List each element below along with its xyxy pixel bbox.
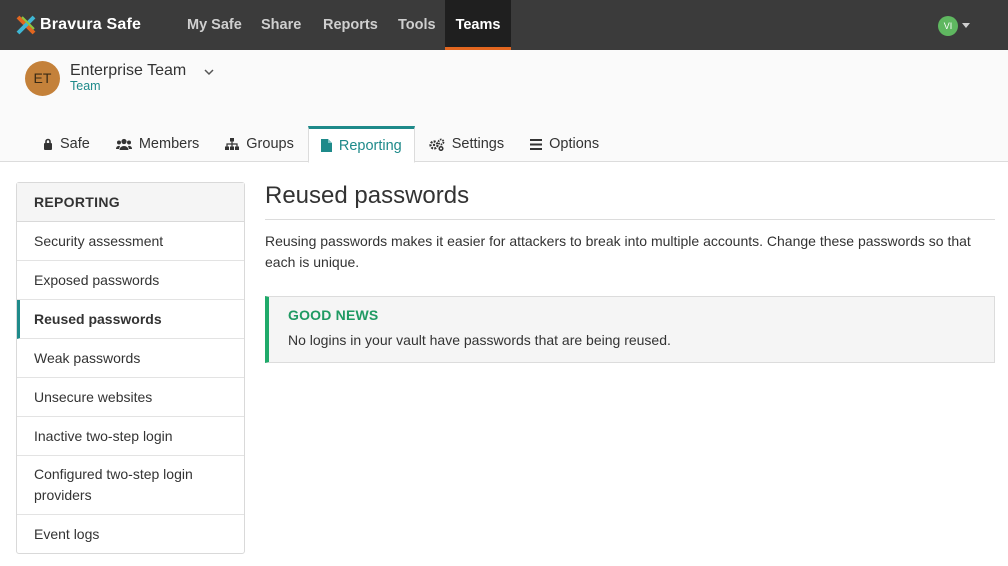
tab-label: Reporting (338, 137, 402, 154)
tab-reporting[interactable]: Reporting (307, 126, 415, 163)
org-tabs: Safe Members Groups Reporting Settings O… (31, 126, 613, 163)
sidebar-item-unsecure-websites[interactable]: Unsecure websites (17, 378, 244, 417)
tab-groups[interactable]: Groups (213, 126, 306, 162)
good-news-callout: GOOD NEWS No logins in your vault have p… (265, 296, 995, 363)
callout-title: GOOD NEWS (288, 307, 379, 323)
sidebar-item-reused-passwords[interactable]: Reused passwords (17, 300, 244, 339)
nav-reports[interactable]: Reports (312, 0, 389, 50)
sitemap-icon (225, 138, 240, 150)
sidebar-item-security-assessment[interactable]: Security assessment (17, 222, 244, 261)
main-content: Reused passwords Reusing passwords makes… (265, 182, 995, 363)
org-switcher-chevron-icon[interactable] (204, 67, 214, 79)
nav-my-safe[interactable]: My Safe (176, 0, 253, 50)
tab-options[interactable]: Options (518, 126, 611, 162)
sidebar-heading: REPORTING (17, 183, 244, 222)
sidebar-item-inactive-two-step-login[interactable]: Inactive two-step login (17, 417, 244, 456)
user-menu-caret-icon[interactable] (962, 23, 970, 28)
reporting-sidebar: REPORTING Security assessment Exposed pa… (16, 182, 245, 554)
tab-members[interactable]: Members (104, 126, 211, 162)
cogs-icon (429, 138, 445, 151)
nav-share[interactable]: Share (250, 0, 312, 50)
tab-label: Groups (246, 136, 294, 152)
sidebar-item-event-logs[interactable]: Event logs (17, 515, 244, 553)
users-icon (115, 138, 132, 150)
org-type: Team (70, 79, 101, 93)
brand-name: Bravura Safe (40, 16, 142, 33)
tab-safe[interactable]: Safe (31, 126, 102, 162)
org-avatar: ET (25, 61, 60, 96)
tab-label: Safe (60, 136, 90, 152)
tab-label: Settings (451, 136, 505, 152)
page-description: Reusing passwords makes it easier for at… (265, 233, 971, 270)
brand-mark-icon (16, 15, 36, 35)
nav-teams[interactable]: Teams (445, 0, 511, 50)
tab-label: Options (549, 136, 600, 152)
file-icon (320, 139, 332, 152)
tab-label: Members (138, 136, 200, 152)
org-header: ET Enterprise Team Team Safe Members Gro… (0, 50, 1008, 163)
menu-icon (530, 138, 543, 150)
sidebar-item-weak-passwords[interactable]: Weak passwords (17, 339, 244, 378)
page-title: Reused passwords (265, 182, 995, 220)
top-navbar: Bravura Safe My Safe Share Reports Tools… (0, 0, 1008, 50)
lock-icon (43, 138, 53, 150)
sidebar-item-configured-two-step-providers[interactable]: Configured two-step login providers (17, 456, 244, 515)
tab-settings[interactable]: Settings (417, 126, 516, 162)
brand-logo[interactable]: Bravura Safe (16, 14, 141, 36)
sidebar-item-exposed-passwords[interactable]: Exposed passwords (17, 261, 244, 300)
callout-body: No logins in your vault have passwords t… (288, 332, 671, 348)
nav-tools[interactable]: Tools (387, 0, 447, 50)
org-name[interactable]: Enterprise Team (70, 62, 186, 80)
user-avatar[interactable]: VI (938, 16, 958, 36)
